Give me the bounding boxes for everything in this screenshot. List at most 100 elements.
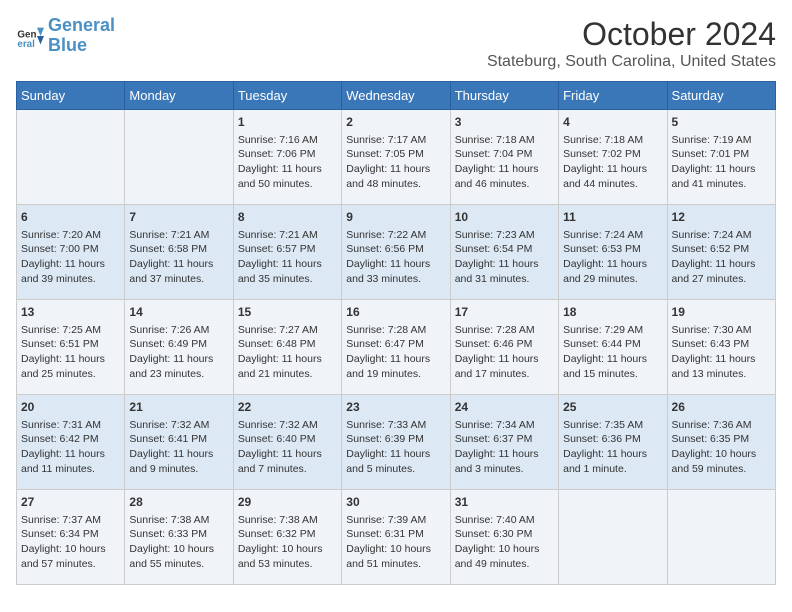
- day-number: 8: [238, 209, 337, 226]
- day-info: Sunrise: 7:30 AM Sunset: 6:43 PM Dayligh…: [672, 323, 771, 382]
- calendar-cell: 23Sunrise: 7:33 AM Sunset: 6:39 PM Dayli…: [342, 395, 450, 490]
- day-number: 13: [21, 304, 120, 321]
- day-info: Sunrise: 7:31 AM Sunset: 6:42 PM Dayligh…: [21, 418, 120, 477]
- day-number: 19: [672, 304, 771, 321]
- day-info: Sunrise: 7:22 AM Sunset: 6:56 PM Dayligh…: [346, 228, 445, 287]
- calendar-cell: 5 Sunrise: 7:19 AM Sunset: 7:01 PM Daylig…: [667, 110, 775, 205]
- calendar-cell: 27 Sunrise: 7:37 AM Sunset: 6:34 PM Dayli…: [17, 490, 125, 585]
- calendar-cell: 26 Sunrise: 7:36 AM Sunset: 6:35 PM Dayli…: [667, 395, 775, 490]
- day-info: Sunrise: 7:32 AM Sunset: 6:40 PM Dayligh…: [238, 418, 337, 477]
- calendar-cell: [17, 110, 125, 205]
- day-number: 29: [238, 494, 337, 511]
- day-number: 26: [672, 399, 771, 416]
- day-number: 7: [129, 209, 228, 226]
- day-number: 14: [129, 304, 228, 321]
- svg-text:eral: eral: [17, 39, 35, 50]
- day-info: Sunrise: 7:33 AM Sunset: 6:39 PM Dayligh…: [346, 418, 445, 477]
- calendar-cell: 10 Sunrise: 7:23 AM Sunset: 6:54 PM Dayli…: [450, 205, 558, 300]
- day-number: 20: [21, 399, 120, 416]
- day-info: Sunrise: 7:28 AM Sunset: 6:47 PM Dayligh…: [346, 323, 445, 382]
- day-info: Sunrise: 7:35 AM Sunset: 6:36 PM Dayligh…: [563, 418, 662, 477]
- calendar-cell: 14 Sunrise: 7:26 AM Sunset: 6:49 PM Dayli…: [125, 300, 233, 395]
- day-info: Sunrise: 7:16 AM Sunset: 7:06 PM Dayligh…: [238, 133, 337, 192]
- day-number: 10: [455, 209, 554, 226]
- calendar-cell: 12 Sunrise: 7:24 AM Sunset: 6:52 PM Dayli…: [667, 205, 775, 300]
- day-info: Sunrise: 7:38 AM Sunset: 6:32 PM Dayligh…: [238, 513, 337, 572]
- calendar-week-row: 6Sunrise: 7:20 AM Sunset: 7:00 PM Daylig…: [17, 205, 776, 300]
- day-number: 15: [238, 304, 337, 321]
- calendar-cell: 28 Sunrise: 7:38 AM Sunset: 6:33 PM Dayli…: [125, 490, 233, 585]
- day-number: 11: [563, 209, 662, 226]
- calendar-cell: 16 Sunrise: 7:28 AM Sunset: 6:47 PM Dayli…: [342, 300, 450, 395]
- calendar-cell: [125, 110, 233, 205]
- calendar-cell: 4 Sunrise: 7:18 AM Sunset: 7:02 PM Daylig…: [559, 110, 667, 205]
- day-info: Sunrise: 7:36 AM Sunset: 6:35 PM Dayligh…: [672, 418, 771, 477]
- day-number: 25: [563, 399, 662, 416]
- day-info: Sunrise: 7:29 AM Sunset: 6:44 PM Dayligh…: [563, 323, 662, 382]
- day-info: Sunrise: 7:25 AM Sunset: 6:51 PM Dayligh…: [21, 323, 120, 382]
- day-info: Sunrise: 7:27 AM Sunset: 6:48 PM Dayligh…: [238, 323, 337, 382]
- header-friday: Friday: [559, 82, 667, 110]
- day-info: Sunrise: 7:19 AM Sunset: 7:01 PM Dayligh…: [672, 133, 771, 192]
- calendar-cell: [667, 490, 775, 585]
- calendar-cell: 7 Sunrise: 7:21 AM Sunset: 6:58 PM Daylig…: [125, 205, 233, 300]
- day-number: 18: [563, 304, 662, 321]
- day-info: Sunrise: 7:34 AM Sunset: 6:37 PM Dayligh…: [455, 418, 554, 477]
- calendar-cell: 19 Sunrise: 7:30 AM Sunset: 6:43 PM Dayli…: [667, 300, 775, 395]
- header-tuesday: Tuesday: [233, 82, 341, 110]
- calendar-cell: 13 Sunrise: 7:25 AM Sunset: 6:51 PM Dayli…: [17, 300, 125, 395]
- header-thursday: Thursday: [450, 82, 558, 110]
- day-number: 4: [563, 114, 662, 131]
- calendar-cell: 11Sunrise: 7:24 AM Sunset: 6:53 PM Dayli…: [559, 205, 667, 300]
- calendar-table: SundayMondayTuesdayWednesdayThursdayFrid…: [16, 81, 776, 585]
- day-number: 30: [346, 494, 445, 511]
- calendar-cell: 21Sunrise: 7:32 AM Sunset: 6:41 PM Dayli…: [125, 395, 233, 490]
- day-number: 16: [346, 304, 445, 321]
- calendar-cell: 9 Sunrise: 7:22 AM Sunset: 6:56 PM Daylig…: [342, 205, 450, 300]
- day-info: Sunrise: 7:18 AM Sunset: 7:04 PM Dayligh…: [455, 133, 554, 192]
- calendar-cell: 18 Sunrise: 7:29 AM Sunset: 6:44 PM Dayli…: [559, 300, 667, 395]
- page-header: Gen eral General Blue October 2024 State…: [16, 16, 776, 71]
- logo: Gen eral General Blue: [16, 16, 115, 56]
- day-number: 31: [455, 494, 554, 511]
- calendar-cell: 22Sunrise: 7:32 AM Sunset: 6:40 PM Dayli…: [233, 395, 341, 490]
- day-info: Sunrise: 7:24 AM Sunset: 6:52 PM Dayligh…: [672, 228, 771, 287]
- header-saturday: Saturday: [667, 82, 775, 110]
- day-number: 24: [455, 399, 554, 416]
- calendar-week-row: 13 Sunrise: 7:25 AM Sunset: 6:51 PM Dayli…: [17, 300, 776, 395]
- day-info: Sunrise: 7:18 AM Sunset: 7:02 PM Dayligh…: [563, 133, 662, 192]
- day-number: 21: [129, 399, 228, 416]
- day-number: 5: [672, 114, 771, 131]
- day-number: 6: [21, 209, 120, 226]
- header-wednesday: Wednesday: [342, 82, 450, 110]
- calendar-cell: 15 Sunrise: 7:27 AM Sunset: 6:48 PM Dayli…: [233, 300, 341, 395]
- day-number: 27: [21, 494, 120, 511]
- calendar-cell: 1Sunrise: 7:16 AM Sunset: 7:06 PM Daylig…: [233, 110, 341, 205]
- day-info: Sunrise: 7:21 AM Sunset: 6:58 PM Dayligh…: [129, 228, 228, 287]
- logo-icon: Gen eral: [16, 22, 44, 50]
- day-number: 17: [455, 304, 554, 321]
- day-info: Sunrise: 7:21 AM Sunset: 6:57 PM Dayligh…: [238, 228, 337, 287]
- calendar-cell: 31Sunrise: 7:40 AM Sunset: 6:30 PM Dayli…: [450, 490, 558, 585]
- page-title: October 2024: [487, 16, 776, 53]
- calendar-header-row: SundayMondayTuesdayWednesdayThursdayFrid…: [17, 82, 776, 110]
- day-info: Sunrise: 7:26 AM Sunset: 6:49 PM Dayligh…: [129, 323, 228, 382]
- calendar-week-row: 20 Sunrise: 7:31 AM Sunset: 6:42 PM Dayli…: [17, 395, 776, 490]
- day-info: Sunrise: 7:23 AM Sunset: 6:54 PM Dayligh…: [455, 228, 554, 287]
- calendar-cell: 25 Sunrise: 7:35 AM Sunset: 6:36 PM Dayli…: [559, 395, 667, 490]
- day-info: Sunrise: 7:39 AM Sunset: 6:31 PM Dayligh…: [346, 513, 445, 572]
- day-number: 2: [346, 114, 445, 131]
- calendar-cell: 24 Sunrise: 7:34 AM Sunset: 6:37 PM Dayli…: [450, 395, 558, 490]
- calendar-cell: 3Sunrise: 7:18 AM Sunset: 7:04 PM Daylig…: [450, 110, 558, 205]
- calendar-cell: 30 Sunrise: 7:39 AM Sunset: 6:31 PM Dayli…: [342, 490, 450, 585]
- day-number: 12: [672, 209, 771, 226]
- header-monday: Monday: [125, 82, 233, 110]
- calendar-week-row: 1Sunrise: 7:16 AM Sunset: 7:06 PM Daylig…: [17, 110, 776, 205]
- day-number: 28: [129, 494, 228, 511]
- day-info: Sunrise: 7:37 AM Sunset: 6:34 PM Dayligh…: [21, 513, 120, 572]
- day-info: Sunrise: 7:38 AM Sunset: 6:33 PM Dayligh…: [129, 513, 228, 572]
- calendar-cell: 6Sunrise: 7:20 AM Sunset: 7:00 PM Daylig…: [17, 205, 125, 300]
- calendar-cell: 29 Sunrise: 7:38 AM Sunset: 6:32 PM Dayli…: [233, 490, 341, 585]
- day-number: 9: [346, 209, 445, 226]
- calendar-cell: [559, 490, 667, 585]
